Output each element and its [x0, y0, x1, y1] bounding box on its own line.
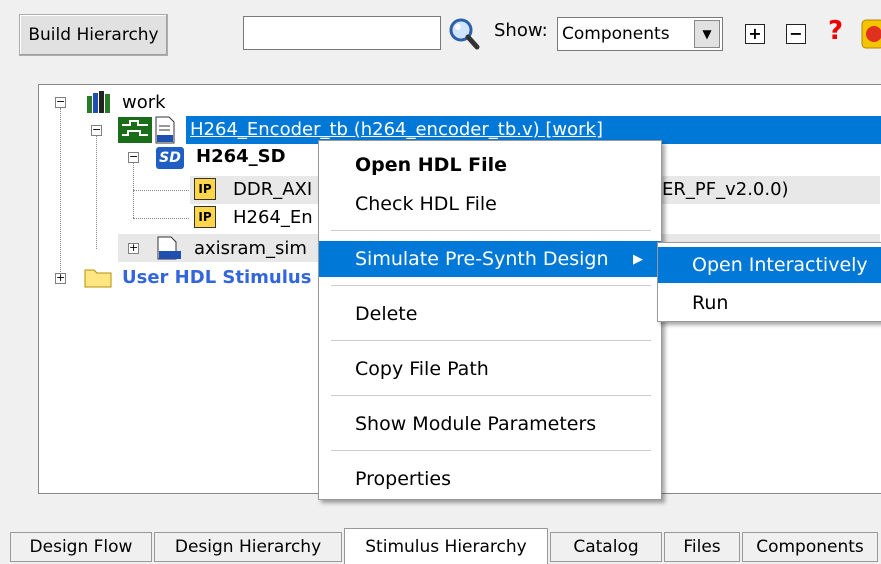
collapse-toggle[interactable]: − [55, 96, 66, 108]
tree-item-user-hdl-stimulus[interactable]: User HDL Stimulus [122, 267, 311, 288]
tab-catalog[interactable]: Catalog [550, 532, 662, 562]
menu-item-show-module-parameters[interactable]: Show Module Parameters [319, 406, 661, 442]
tree-guide-line [96, 135, 97, 249]
menu-item-properties[interactable]: Properties [319, 461, 661, 497]
tree-item-work[interactable]: work [122, 92, 166, 113]
tab-design-hierarchy[interactable]: Design Hierarchy [154, 532, 342, 562]
menu-item-copy-file-path[interactable]: Copy File Path [319, 351, 661, 387]
simulate-submenu: Open Interactively Run [657, 242, 881, 322]
tree-guide-line [133, 190, 189, 191]
show-select-value: Components [562, 24, 670, 44]
tab-files[interactable]: Files [664, 532, 740, 562]
tree-item-ddr-axi-suffix: ER_PF_v2.0.0) [662, 179, 789, 200]
collapse-toggle[interactable]: − [128, 151, 139, 163]
show-select[interactable]: Components ▼ [557, 17, 723, 51]
menu-separator [331, 340, 651, 341]
submenu-item-run[interactable]: Run [658, 285, 881, 321]
stimulus-icon [118, 117, 152, 143]
submenu-item-open-interactively[interactable]: Open Interactively [658, 247, 881, 283]
tree-guide-line [133, 218, 189, 219]
search-icon[interactable] [446, 16, 482, 52]
context-menu: Open HDL File Check HDL File Simulate Pr… [318, 140, 662, 500]
stop-icon[interactable] [860, 18, 881, 50]
show-label: Show: [494, 20, 548, 41]
library-icon [87, 91, 110, 113]
tab-components[interactable]: Components [742, 532, 878, 562]
build-hierarchy-button[interactable]: Build Hierarchy [19, 14, 168, 56]
expand-toggle[interactable]: + [128, 242, 139, 254]
tree-item-axisram-sim[interactable]: axisram_sim [194, 238, 307, 259]
menu-separator [331, 450, 651, 451]
submenu-arrow-icon: ▶ [633, 251, 643, 267]
collapse-all-button[interactable]: − [786, 24, 806, 44]
menu-item-simulate-pre-synth[interactable]: Simulate Pre-Synth Design ▶ [319, 241, 661, 277]
tree-item-h264-sd[interactable]: H264_SD [196, 146, 286, 167]
menu-item-check-hdl-file[interactable]: Check HDL File [319, 186, 661, 222]
tree-item-ddr-axi[interactable]: DDR_AXI [233, 179, 312, 200]
tab-stimulus-hierarchy[interactable]: Stimulus Hierarchy [344, 528, 548, 564]
expand-toggle[interactable]: + [55, 272, 66, 284]
menu-item-delete[interactable]: Delete [319, 296, 661, 332]
menu-separator [331, 230, 651, 231]
menu-separator [331, 285, 651, 286]
expand-all-button[interactable]: + [745, 24, 765, 44]
menu-separator [331, 395, 651, 396]
smartdesign-icon: SD [156, 147, 184, 169]
collapse-toggle[interactable]: − [91, 124, 102, 136]
chevron-down-icon[interactable]: ▼ [694, 20, 720, 48]
tree-guide-line [60, 108, 61, 278]
hdl-file-icon [155, 116, 175, 144]
menu-item-open-hdl-file[interactable]: Open HDL File [319, 147, 661, 183]
search-input[interactable] [243, 16, 441, 50]
ip-core-icon: IP [194, 178, 216, 200]
tree-item-h264-en[interactable]: H264_En [233, 207, 313, 228]
hdl-file-icon [157, 236, 181, 260]
tab-design-flow[interactable]: Design Flow [10, 532, 152, 562]
folder-icon [84, 269, 112, 288]
help-icon[interactable]: ? [828, 16, 843, 46]
tree-item-h264-encoder-tb[interactable]: H264_Encoder_tb (h264_encoder_tb.v) [wor… [190, 119, 603, 140]
ip-core-icon: IP [194, 206, 216, 228]
